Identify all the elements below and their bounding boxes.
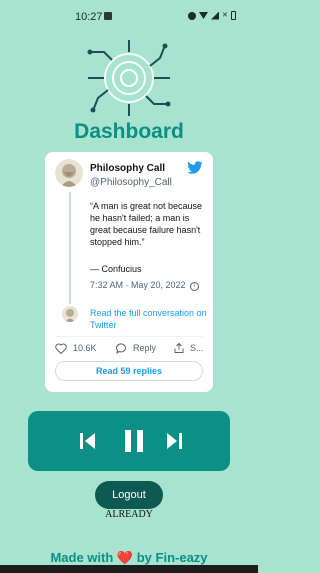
heart-icon: ❤️ bbox=[116, 550, 134, 565]
logout-button[interactable]: Logout bbox=[95, 481, 163, 509]
pause-icon[interactable] bbox=[124, 430, 144, 452]
share-button[interactable]: S... bbox=[190, 343, 204, 353]
statue-small-icon bbox=[65, 308, 75, 322]
navigation-bar bbox=[0, 565, 258, 573]
thread-line bbox=[69, 192, 71, 304]
alarm-icon bbox=[188, 11, 196, 20]
reply-button[interactable]: Reply bbox=[133, 343, 156, 353]
author-name[interactable]: Philosophy Call bbox=[90, 163, 165, 174]
tweet-attribution: — Confucius bbox=[90, 264, 142, 274]
author-avatar-small[interactable] bbox=[62, 306, 78, 322]
divider bbox=[55, 336, 203, 337]
share-icon[interactable] bbox=[173, 342, 185, 354]
page-title: Dashboard bbox=[74, 120, 184, 143]
status-bar: 10:27 ✕ bbox=[0, 0, 258, 30]
footer-credit: Made with ❤️ by Fin-eazy bbox=[0, 550, 258, 566]
signal-icon bbox=[211, 11, 219, 20]
previous-icon[interactable] bbox=[80, 430, 96, 452]
app-logo bbox=[87, 40, 171, 116]
tweet-card[interactable]: Philosophy Call @Philosophy_Call “A man … bbox=[45, 152, 213, 392]
reply-bubble-icon[interactable] bbox=[115, 343, 127, 354]
info-icon[interactable]: i bbox=[190, 282, 199, 291]
like-count[interactable]: 10.6K bbox=[73, 343, 97, 353]
tweet-timestamp[interactable]: 7:32 AM · May 20, 2022 bbox=[90, 279, 190, 291]
author-handle[interactable]: @Philosophy_Call bbox=[90, 177, 172, 188]
read-replies-button[interactable]: Read 59 replies bbox=[55, 361, 203, 381]
read-conversation-link[interactable]: Read the full conversation on Twitter bbox=[90, 307, 208, 331]
tweet-actions: 10.6K Reply S... bbox=[55, 342, 205, 356]
footer-suffix: by Fin-eazy bbox=[136, 550, 208, 565]
footer-prefix: Made with bbox=[50, 550, 114, 565]
next-icon[interactable] bbox=[166, 430, 182, 452]
no-data-icon: ✕ bbox=[222, 11, 228, 19]
battery-icon bbox=[231, 11, 236, 20]
author-avatar[interactable] bbox=[55, 159, 83, 187]
wifi-icon bbox=[199, 12, 208, 19]
photo-icon bbox=[104, 12, 112, 20]
clock: 10:27 bbox=[75, 11, 103, 23]
tweet-text: “A man is great not because he hasn't fa… bbox=[90, 201, 203, 247]
already-label: ALREADY bbox=[105, 509, 153, 520]
twitter-bird-icon[interactable] bbox=[186, 161, 204, 175]
system-icons: ✕ bbox=[188, 11, 236, 20]
statue-icon bbox=[61, 164, 77, 187]
media-player bbox=[28, 411, 230, 471]
like-heart-icon[interactable] bbox=[55, 343, 67, 354]
